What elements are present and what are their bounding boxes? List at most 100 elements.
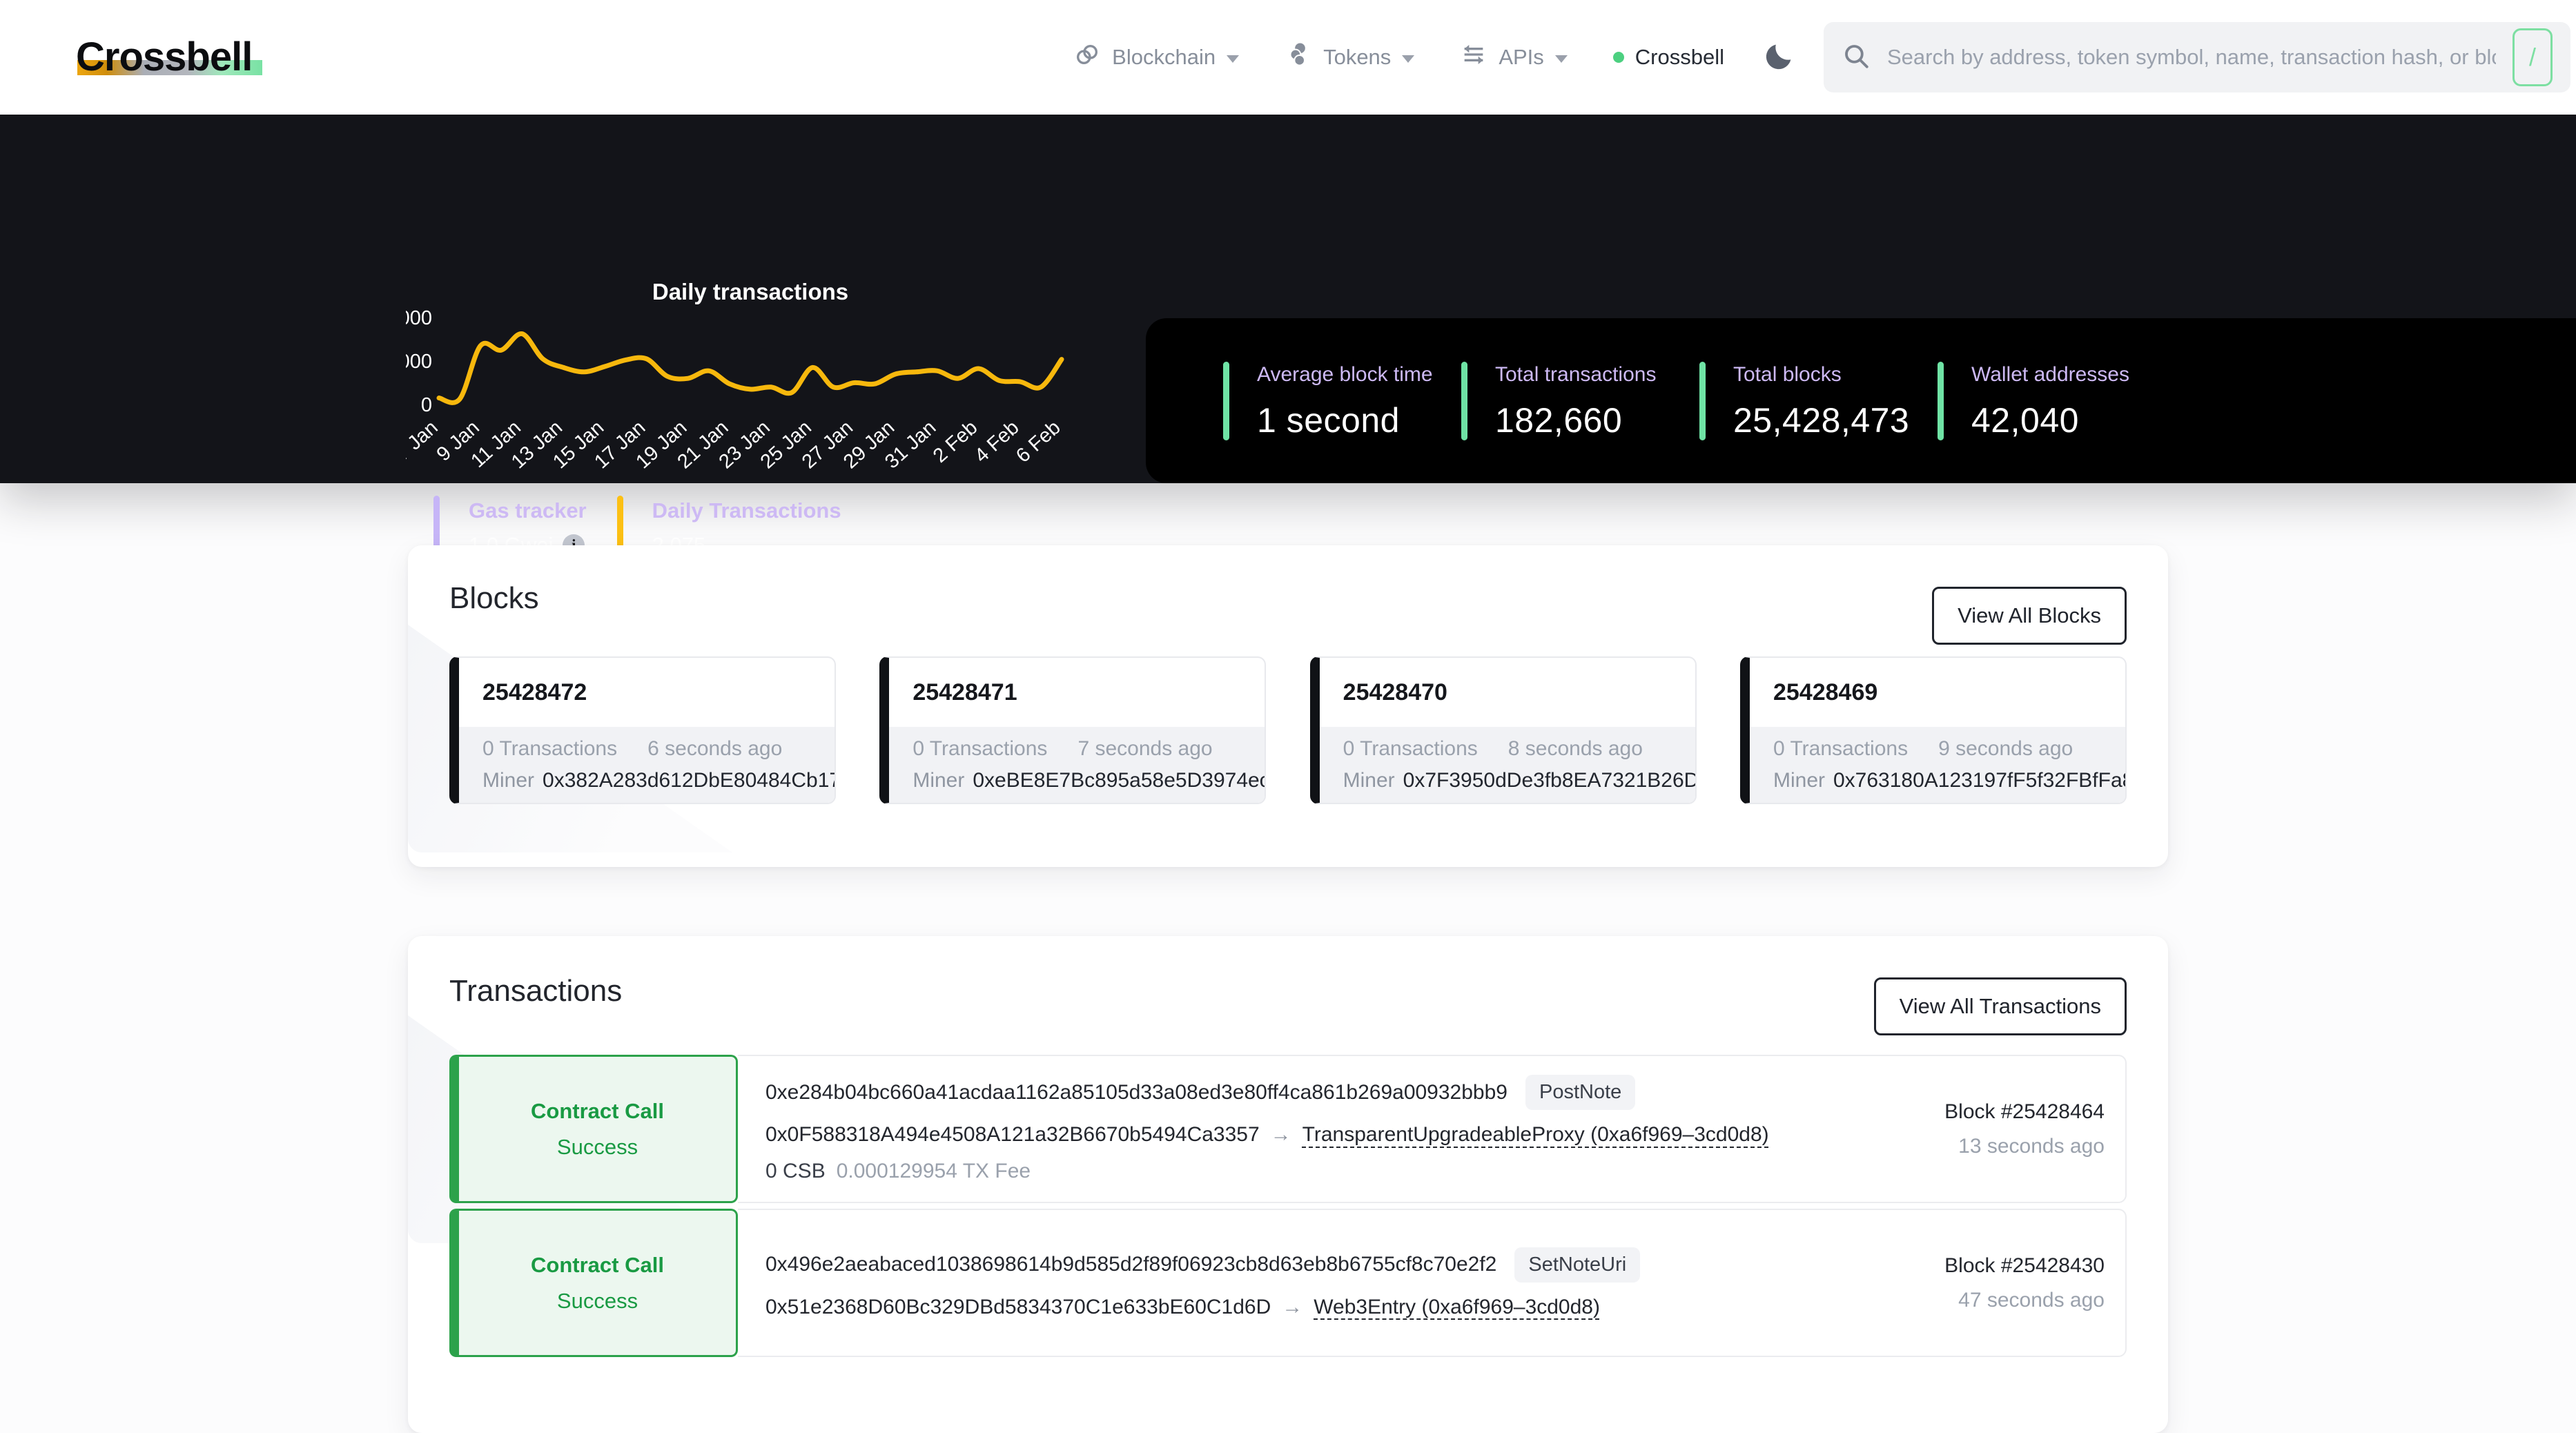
hero-section: Daily transactions02,0004,0007 Jan9 Jan1… xyxy=(0,115,2576,483)
block-link[interactable]: Block #25428430 xyxy=(1828,1254,2105,1278)
svg-text:4 Feb: 4 Feb xyxy=(970,416,1024,467)
block-age: 8 seconds ago xyxy=(1508,737,1643,761)
nav-item-tokens[interactable]: Tokens xyxy=(1285,41,1414,74)
transactions-list: Contract Call Success 0xe284b04bc660a41a… xyxy=(449,1055,2127,1357)
miner-label: Miner xyxy=(913,769,964,792)
svg-text:4,000: 4,000 xyxy=(406,307,432,329)
stat-label: Wallet addresses xyxy=(1971,363,2129,387)
miner-label: Miner xyxy=(1343,769,1395,792)
transaction-type-badge: Contract Call Success xyxy=(449,1055,738,1203)
stat-wallet-addresses: Wallet addresses 42,040 xyxy=(1938,362,2129,440)
blocks-title: Blocks xyxy=(449,583,2127,614)
stat-total-blocks: Total blocks 25,428,473 xyxy=(1699,362,1938,440)
transactions-card: Transactions View All Transactions Contr… xyxy=(408,936,2168,1433)
block-number[interactable]: 25428472 xyxy=(482,679,587,706)
stat-accent-bar xyxy=(1938,362,1944,440)
block-age: 6 seconds ago xyxy=(647,737,782,761)
arrow-right-icon: → xyxy=(1271,1123,1291,1147)
block-tx-count: 0 Transactions xyxy=(1773,737,1908,761)
chevron-down-icon xyxy=(1555,55,1568,63)
header: Crossbell Blockchain Tokens xyxy=(0,0,2576,115)
block-age: 7 seconds ago xyxy=(1077,737,1212,761)
miner-address[interactable]: 0x7F3950dDe3fb8EA7321B26DA5... xyxy=(1403,769,1697,792)
coins-icon xyxy=(1285,41,1312,74)
daily-transactions-chart: Daily transactions02,0004,0007 Jan9 Jan1… xyxy=(406,265,1086,486)
fee-line: 0 CSB 0.000129954 TX Fee xyxy=(765,1160,1828,1183)
network-stats-panel: Average block time 1 second Total transa… xyxy=(1146,318,2576,483)
stat-label: Total blocks xyxy=(1733,363,1909,387)
block-number[interactable]: 25428469 xyxy=(1773,679,1877,706)
transaction-status: Success xyxy=(557,1289,638,1314)
block-card: 25428470 0 Transactions 8 seconds ago Mi… xyxy=(1310,656,1697,804)
block-tx-count: 0 Transactions xyxy=(1343,737,1478,761)
block-age: 9 seconds ago xyxy=(1938,737,2073,761)
method-badge: PostNote xyxy=(1525,1075,1635,1110)
stat-accent-bar xyxy=(1223,362,1229,440)
nav-item-apis[interactable]: APIs xyxy=(1460,41,1567,74)
transaction-hash[interactable]: 0x496e2aeabaced1038698614b9d585d2f89f069… xyxy=(765,1253,1496,1276)
stat-value: 25,428,473 xyxy=(1733,400,1909,440)
view-all-blocks-button[interactable]: View All Blocks xyxy=(1932,587,2127,645)
svg-text:Daily transactions: Daily transactions xyxy=(652,279,848,304)
block-link[interactable]: Block #25428464 xyxy=(1828,1100,2105,1124)
blocks-card: Blocks View All Blocks 25428472 0 Transa… xyxy=(408,545,2168,867)
nav-item-blockchain[interactable]: Blockchain xyxy=(1073,41,1239,74)
miner-label: Miner xyxy=(1773,769,1825,792)
miner-address[interactable]: 0x763180A123197fF5f32FBfFa8DE... xyxy=(1833,769,2127,792)
transaction-hash[interactable]: 0xe284b04bc660a41acdaa1162a85105d33a08ed… xyxy=(765,1081,1507,1104)
moon-icon xyxy=(1763,39,1796,76)
stat-total-transactions: Total transactions 182,660 xyxy=(1461,362,1699,440)
svg-text:6 Feb: 6 Feb xyxy=(1012,416,1065,467)
logo[interactable]: Crossbell xyxy=(76,37,262,77)
view-all-transactions-button[interactable]: View All Transactions xyxy=(1874,977,2127,1035)
block-card: 25428469 0 Transactions 9 seconds ago Mi… xyxy=(1740,656,2127,804)
from-address[interactable]: 0x0F588318A494e4508A121a32B6670b5494Ca33… xyxy=(765,1123,1260,1147)
miner-address[interactable]: 0x382A283d612DbE80484Cb173E... xyxy=(543,769,836,792)
nav-item-network-crossbell[interactable]: Crossbell xyxy=(1613,45,1724,70)
transaction-row: Contract Call Success 0xe284b04bc660a41a… xyxy=(449,1055,2127,1203)
transaction-fee: 0.000129954 TX Fee xyxy=(837,1160,1031,1183)
svg-text:7 Jan: 7 Jan xyxy=(406,416,442,465)
block-number[interactable]: 25428470 xyxy=(1343,679,1447,706)
gas-tracker-label: Gas tracker xyxy=(469,498,587,523)
search-input[interactable] xyxy=(1886,44,2497,70)
svg-text:2,000: 2,000 xyxy=(406,351,432,373)
stat-label: Total transactions xyxy=(1495,363,1656,387)
svg-text:0: 0 xyxy=(421,394,432,416)
search-icon xyxy=(1842,41,1871,74)
daily-transactions-label: Daily Transactions xyxy=(652,498,841,523)
stat-value: 182,660 xyxy=(1495,400,1656,440)
block-number[interactable]: 25428471 xyxy=(913,679,1017,706)
main-nav: Blockchain Tokens APIs xyxy=(1073,41,1724,74)
arrow-right-icon: → xyxy=(1282,1296,1302,1319)
stat-accent-bar xyxy=(1699,362,1706,440)
search-shortcut-badge: / xyxy=(2512,28,2553,86)
main-content: Blocks View All Blocks 25428472 0 Transa… xyxy=(408,545,2168,1433)
from-address[interactable]: 0x51e2368D60Bc329DBd5834370C1e633bE60C1d… xyxy=(765,1296,1271,1319)
theme-toggle[interactable] xyxy=(1763,39,1796,76)
to-contract-link[interactable]: TransparentUpgradeableProxy (0xa6f969–3c… xyxy=(1302,1123,1769,1147)
transaction-type-badge: Contract Call Success xyxy=(449,1209,738,1357)
link-icon xyxy=(1073,41,1101,74)
logo-text: Crossbell xyxy=(76,35,252,79)
nav-label: Crossbell xyxy=(1635,45,1724,70)
transaction-age: 13 seconds ago xyxy=(1828,1135,2105,1158)
to-contract-link[interactable]: Web3Entry (0xa6f969–3cd0d8) xyxy=(1314,1296,1600,1319)
stat-average-block-time: Average block time 1 second xyxy=(1223,362,1461,440)
transaction-value: 0 CSB xyxy=(765,1160,826,1183)
transaction-type: Contract Call xyxy=(531,1253,664,1278)
chevron-down-icon xyxy=(1227,55,1239,63)
transaction-row: Contract Call Success 0x496e2aeabaced103… xyxy=(449,1209,2127,1357)
daily-transactions-chart-wrap: Daily transactions02,0004,0007 Jan9 Jan1… xyxy=(406,265,1086,486)
block-tx-count: 0 Transactions xyxy=(482,737,617,761)
blocks-row: 25428472 0 Transactions 6 seconds ago Mi… xyxy=(449,656,2127,804)
miner-label: Miner xyxy=(482,769,534,792)
transaction-status: Success xyxy=(557,1135,638,1160)
transaction-age: 47 seconds ago xyxy=(1828,1289,2105,1312)
miner-address[interactable]: 0xeBE8E7Bc895a58e5D3974ec4BF... xyxy=(973,769,1266,792)
nav-label: APIs xyxy=(1499,45,1543,70)
block-card: 25428471 0 Transactions 7 seconds ago Mi… xyxy=(879,656,1266,804)
block-card: 25428472 0 Transactions 6 seconds ago Mi… xyxy=(449,656,836,804)
block-tx-count: 0 Transactions xyxy=(913,737,1047,761)
api-icon xyxy=(1460,41,1487,74)
